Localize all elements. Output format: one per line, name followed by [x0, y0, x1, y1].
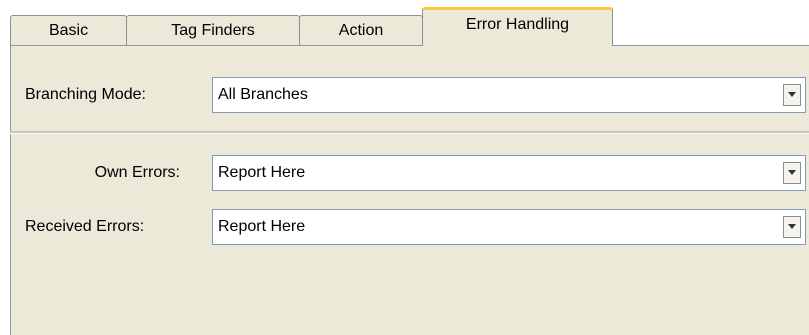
section-divider: [10, 131, 809, 134]
chevron-down-icon[interactable]: [783, 84, 801, 106]
chevron-down-icon[interactable]: [783, 216, 801, 238]
branching-mode-label: Branching Mode:: [25, 86, 146, 103]
tab-tag-finders-label: Tag Finders: [171, 21, 255, 39]
tab-basic-label: Basic: [48, 21, 89, 39]
chevron-down-icon[interactable]: [783, 162, 801, 184]
tab-tag-finders[interactable]: Tag Finders: [126, 15, 300, 45]
branching-mode-value: All Branches: [218, 86, 308, 103]
tab-error-handling-label: Error Handling: [465, 16, 570, 33]
tab-basic[interactable]: Basic: [10, 15, 127, 45]
own-errors-label: Own Errors:: [94, 164, 180, 181]
received-errors-value: Report Here: [218, 218, 306, 235]
tab-action[interactable]: Action: [299, 15, 423, 45]
own-errors-select[interactable]: Report Here: [212, 155, 806, 191]
branching-mode-select[interactable]: All Branches: [212, 77, 806, 113]
tab-action-label: Action: [338, 21, 384, 39]
received-errors-select[interactable]: Report Here: [212, 209, 806, 245]
tab-error-handling[interactable]: Error Handling: [422, 7, 613, 46]
own-errors-value: Report Here: [218, 164, 306, 181]
received-errors-label: Received Errors:: [25, 218, 145, 235]
